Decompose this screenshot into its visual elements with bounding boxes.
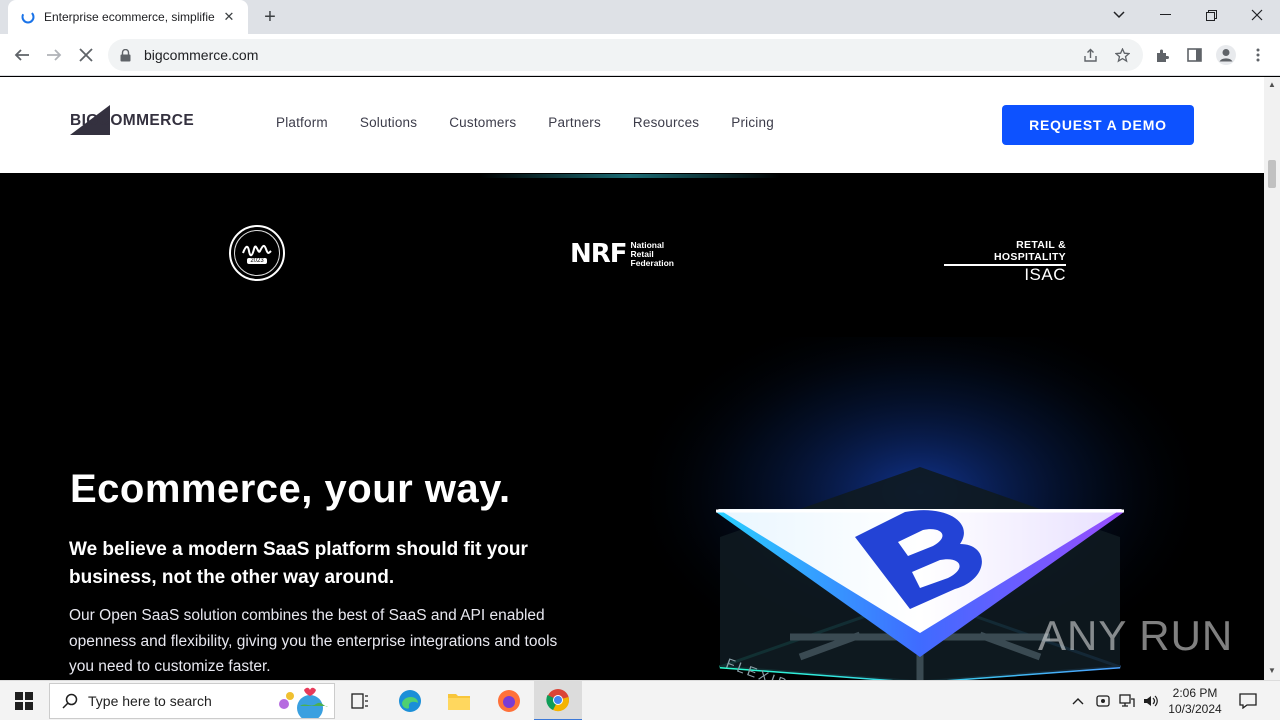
search-placeholder: Type here to search: [88, 693, 212, 709]
tab-search-icon[interactable]: [1096, 0, 1142, 30]
isac-line2: ISAC: [1024, 265, 1066, 284]
taskbar-search-box[interactable]: Type here to search: [49, 683, 335, 719]
url-text: bigcommerce.com: [144, 47, 259, 63]
loading-favicon-icon: [20, 9, 36, 25]
restore-button[interactable]: [1188, 0, 1234, 30]
retail-isac-logo: RETAIL & HOSPITALITY ISAC: [944, 239, 1066, 283]
browser-menu-icon[interactable]: [1244, 41, 1272, 69]
seal-script-icon: [242, 244, 272, 256]
task-view-icon: [351, 693, 368, 709]
browser-tab[interactable]: Enterprise ecommerce, simplifie ✕: [8, 0, 248, 34]
extensions-puzzle-icon[interactable]: [1148, 41, 1176, 69]
page-scrollbar[interactable]: ▲ ▼: [1264, 77, 1280, 680]
minimize-button[interactable]: [1142, 0, 1188, 30]
taskbar-firefox[interactable]: [485, 681, 533, 720]
show-hidden-icons[interactable]: [1068, 681, 1088, 720]
nrf-name: National Retail Federation: [630, 239, 674, 268]
address-bar[interactable]: bigcommerce.com: [108, 39, 1143, 71]
taskbar-file-explorer[interactable]: [435, 681, 483, 720]
nav-customers[interactable]: Customers: [449, 115, 516, 130]
nrf-logo: NRF National Retail Federation: [570, 239, 674, 269]
lock-icon[interactable]: [120, 48, 134, 62]
hero-body: Our Open SaaS solution combines the best…: [69, 607, 558, 675]
certification-seal-logo: 2023: [229, 225, 285, 281]
start-button[interactable]: [0, 681, 48, 720]
bigcommerce-logo[interactable]: BIGCOMMERCE: [70, 105, 210, 137]
browser-tab-strip: Enterprise ecommerce, simplifie ✕ +: [0, 0, 1280, 34]
certification-badges: 2023 NRF National Retail Federation RETA…: [0, 217, 1264, 297]
taskbar-chrome[interactable]: [534, 681, 582, 720]
scroll-thumb[interactable]: [1268, 160, 1276, 188]
tab-close-icon[interactable]: ✕: [220, 8, 238, 26]
nav-resources[interactable]: Resources: [633, 115, 699, 130]
sandbox-tray-icon[interactable]: [1092, 681, 1114, 720]
clock-time: 2:06 PM: [1172, 686, 1218, 700]
bookmark-star-icon[interactable]: [1107, 39, 1137, 71]
search-icon: [62, 693, 78, 709]
browser-toolbar: bigcommerce.com: [0, 34, 1280, 76]
page-viewport: BIGCOMMERCE Platform Solutions Customers…: [0, 77, 1264, 680]
back-button[interactable]: [8, 41, 36, 69]
seal-year: 2023: [247, 257, 267, 264]
scroll-up-icon[interactable]: ▲: [1268, 81, 1276, 89]
stop-loading-button[interactable]: [72, 41, 100, 69]
scroll-down-icon[interactable]: ▼: [1268, 667, 1276, 675]
notifications-button[interactable]: [1234, 681, 1262, 720]
forward-button[interactable]: [40, 41, 68, 69]
system-clock[interactable]: 2:06 PM 10/3/2024: [1160, 685, 1230, 717]
windows-logo-icon: [15, 692, 33, 710]
close-window-button[interactable]: [1234, 0, 1280, 30]
main-nav: Platform Solutions Customers Partners Re…: [276, 115, 806, 130]
edge-icon: [399, 690, 421, 712]
site-header: BIGCOMMERCE Platform Solutions Customers…: [0, 77, 1264, 173]
tab-title: Enterprise ecommerce, simplifie: [44, 10, 215, 24]
search-highlight-illustration-icon: [279, 687, 328, 718]
anyrun-watermark: ANY RUN: [1038, 612, 1234, 659]
folder-icon: [448, 694, 470, 710]
network-icon[interactable]: [1116, 681, 1138, 720]
request-demo-button[interactable]: REQUEST A DEMO: [1002, 105, 1194, 145]
firefox-icon: [498, 690, 520, 712]
new-tab-button[interactable]: +: [258, 5, 282, 29]
profile-avatar-icon[interactable]: [1212, 41, 1240, 69]
hero-title: Ecommerce, your way.: [70, 467, 511, 511]
task-view-button[interactable]: [336, 681, 384, 720]
side-panel-icon[interactable]: [1180, 41, 1208, 69]
chrome-icon: [546, 689, 569, 712]
taskbar-edge[interactable]: [386, 681, 434, 720]
isac-line1: RETAIL & HOSPITALITY: [944, 239, 1066, 266]
clock-date: 10/3/2024: [1168, 702, 1222, 716]
nav-partners[interactable]: Partners: [548, 115, 601, 130]
logo-wordmark: BIGCOMMERCE: [70, 112, 195, 129]
share-icon[interactable]: [1075, 39, 1105, 71]
windows-taskbar: Type here to search 2:06 PM 10/3/2024: [0, 680, 1280, 720]
nrf-wordmark: NRF: [570, 239, 628, 269]
nav-pricing[interactable]: Pricing: [731, 115, 774, 130]
header-glow-divider: [480, 174, 780, 178]
nav-platform[interactable]: Platform: [276, 115, 328, 130]
nav-solutions[interactable]: Solutions: [360, 115, 417, 130]
volume-icon[interactable]: [1140, 681, 1162, 720]
notification-icon: [1239, 693, 1257, 709]
hero-subtitle: We believe a modern SaaS platform should…: [69, 539, 528, 588]
